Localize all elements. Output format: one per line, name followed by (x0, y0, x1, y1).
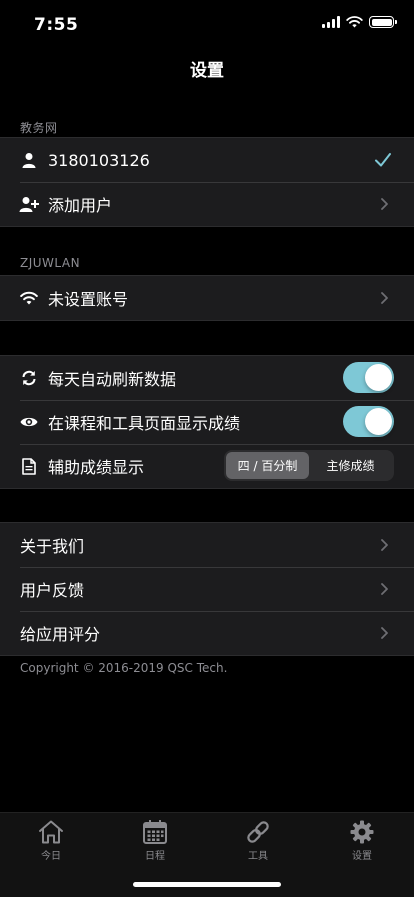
copyright-text: Copyright © 2016-2019 QSC Tech. (20, 661, 228, 675)
row-about-us[interactable]: 关于我们 (0, 523, 414, 567)
row-auto-refresh: 每天自动刷新数据 (0, 356, 414, 400)
chevron-right-icon (381, 627, 388, 639)
grade-display-segmented-control: 四 / 百分制 主修成绩 (224, 450, 394, 481)
feedback-label: 用户反馈 (20, 581, 85, 600)
chevron-right-icon (381, 583, 388, 595)
calendar-icon (143, 820, 167, 844)
row-show-grades: 在课程和工具页面显示成绩 (0, 400, 414, 444)
row-feedback[interactable]: 用户反馈 (0, 567, 414, 611)
group-jwb: 3180103126 添加用户 (0, 137, 414, 227)
tab-tools-label: 工具 (248, 851, 268, 862)
tab-today-label: 今日 (41, 851, 61, 862)
page-title: 设置 (190, 61, 224, 81)
row-account[interactable]: 3180103126 (0, 138, 414, 182)
signal-icon (322, 16, 340, 28)
link-icon (247, 821, 269, 843)
tab-schedule-label: 日程 (145, 851, 165, 862)
tab-settings[interactable]: 设置 (332, 819, 392, 862)
wifi-status-icon (346, 16, 363, 28)
segment-major-grades[interactable]: 主修成绩 (309, 452, 392, 479)
tab-schedule[interactable]: 日程 (125, 819, 185, 862)
tab-settings-label: 设置 (352, 851, 372, 862)
chevron-right-icon (381, 198, 388, 210)
battery-icon (369, 16, 397, 28)
row-add-user[interactable]: 添加用户 (0, 182, 414, 226)
group-about: 关于我们 用户反馈 给应用评分 (0, 522, 414, 656)
auto-refresh-toggle[interactable] (343, 362, 394, 393)
status-icons (322, 16, 397, 28)
wlan-account-label: 未设置账号 (48, 290, 129, 309)
row-rate-app[interactable]: 给应用评分 (0, 611, 414, 655)
tab-today[interactable]: 今日 (21, 819, 81, 862)
status-bar: 7:55 (0, 0, 414, 50)
show-grades-label: 在课程和工具页面显示成绩 (48, 414, 241, 433)
show-grades-toggle[interactable] (343, 406, 394, 437)
home-icon (39, 820, 63, 844)
group-preferences: 每天自动刷新数据 在课程和工具页面显示成绩 辅助成绩显示 四 / 百分制 主修成… (0, 355, 414, 489)
tab-tools[interactable]: 工具 (228, 819, 288, 862)
row-grade-display: 辅助成绩显示 四 / 百分制 主修成绩 (0, 444, 414, 488)
user-icon (19, 150, 39, 170)
group-zjuwlan: 未设置账号 (0, 275, 414, 321)
toggle-knob (365, 408, 392, 435)
auto-refresh-label: 每天自动刷新数据 (48, 370, 177, 389)
toggle-knob (365, 364, 392, 391)
add-user-label: 添加用户 (48, 196, 113, 215)
chevron-right-icon (381, 292, 388, 304)
eye-icon (19, 412, 39, 432)
document-icon (19, 456, 39, 476)
add-user-icon (19, 194, 39, 214)
chevron-right-icon (381, 539, 388, 551)
about-us-label: 关于我们 (20, 537, 85, 556)
checkmark-icon (375, 153, 391, 167)
home-indicator[interactable] (133, 882, 281, 887)
wifi-icon (19, 288, 39, 308)
rate-app-label: 给应用评分 (20, 625, 101, 644)
section-header-jwb: 教务网 (20, 121, 58, 135)
status-time: 7:55 (34, 15, 79, 35)
grade-display-label: 辅助成绩显示 (48, 458, 145, 477)
refresh-icon (19, 368, 39, 388)
gear-icon (350, 820, 374, 844)
account-label: 3180103126 (48, 150, 150, 170)
segment-gpa-scale[interactable]: 四 / 百分制 (226, 452, 309, 479)
row-wlan-account[interactable]: 未设置账号 (0, 276, 414, 320)
section-header-zjuwlan: ZJUWLAN (20, 256, 81, 270)
